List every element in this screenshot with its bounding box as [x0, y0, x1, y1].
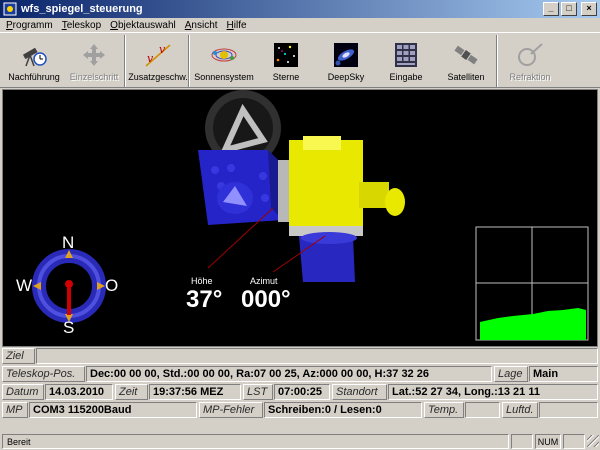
toolbar-separator: [124, 35, 126, 87]
toolbar-label: Satelliten: [447, 72, 485, 82]
temp-label: Temp.: [424, 402, 464, 418]
satellite-icon: [454, 45, 478, 65]
galaxy-icon: [334, 43, 358, 67]
compass-east: O: [105, 276, 119, 295]
title-bar[interactable]: wfs_spiegel_steuerung _ □ ×: [0, 0, 600, 18]
compass-west: W: [16, 276, 33, 295]
teleskop-pos-label: Teleskop-Pos.: [2, 366, 85, 382]
menu-bar: Programm Teleskop Objektauswahl Ansicht …: [0, 18, 600, 32]
toolbar-sonnensystem-button[interactable]: Sonnensystem: [192, 33, 256, 87]
datum-label: Datum: [2, 384, 44, 400]
teleskop-pos-field: Dec:00 00 00, Std.:00 00 00, Ra:07 00 25…: [86, 366, 492, 382]
refraction-icon: [518, 43, 543, 66]
datum-field: 14.03.2010: [45, 384, 113, 400]
status-cell-caps: [511, 433, 533, 449]
toolbar-satelliten-button[interactable]: Satelliten: [436, 33, 496, 87]
status-cell-scroll: [563, 433, 585, 449]
ziel-label: Ziel: [2, 348, 35, 364]
vv-speed-icon: v v: [145, 43, 171, 67]
toolbar-refraktion-button[interactable]: Refraktion: [500, 33, 560, 87]
zeit-field: 19:37:56 MEZ: [149, 384, 241, 400]
lst-label: LST: [243, 384, 273, 400]
standort-label: Standort: [332, 384, 387, 400]
lst-field: 07:00:25: [274, 384, 330, 400]
window-title: wfs_spiegel_steuerung: [21, 3, 143, 15]
temp-field: [465, 402, 500, 418]
mp-fehler-label: MP-Fehler: [199, 402, 263, 418]
telescope-3d-view[interactable]: Höhe 37° Azimut 000° N S W O: [2, 89, 598, 347]
toolbar-deepsky-button[interactable]: DeepSky: [316, 33, 376, 87]
mp-label: MP: [2, 402, 28, 418]
menu-objektauswahl[interactable]: Objektauswahl: [104, 20, 179, 31]
zeit-label: Zeit: [115, 384, 148, 400]
status-bar: Bereit NUM: [0, 432, 600, 450]
lage-field: Main: [529, 366, 598, 382]
toolbar-separator: [496, 35, 498, 87]
solar-system-icon: [211, 48, 237, 62]
toolbar-nachfuehrung-button[interactable]: Nachführung: [4, 33, 64, 87]
close-button[interactable]: ×: [581, 2, 597, 16]
menu-hilfe[interactable]: Hilfe: [221, 20, 250, 31]
status-cell-num: NUM: [535, 433, 561, 449]
toolbar-zusatzgeschw-button[interactable]: v v Zusatzgeschw.: [128, 33, 188, 87]
toolbar-label: Refraktion: [509, 72, 551, 82]
menu-ansicht[interactable]: Ansicht: [179, 20, 221, 31]
luftd-label: Luftd.: [502, 402, 538, 418]
toolbar-separator: [188, 35, 190, 87]
toolbar-sterne-button[interactable]: Sterne: [256, 33, 316, 87]
hoehe-label: Höhe: [191, 276, 213, 286]
toolbar-eingabe-button[interactable]: Eingabe: [376, 33, 436, 87]
keypad-icon: [395, 43, 417, 67]
mp-fehler-field: Schreiben:0 / Lesen:0: [264, 402, 422, 418]
menu-teleskop[interactable]: Teleskop: [56, 20, 104, 31]
row-teleskop-pos: Teleskop-Pos. Dec:00 00 00, Std.:00 00 0…: [0, 366, 600, 383]
row-datum: Datum 14.03.2010 Zeit 19:37:56 MEZ LST 0…: [0, 384, 600, 401]
lage-label: Lage: [494, 366, 528, 382]
toolbar-label: Sonnensystem: [194, 72, 254, 82]
ziel-field[interactable]: [36, 348, 598, 364]
app-icon: [3, 2, 17, 16]
row-mp: MP COM3 115200Baud MP-Fehler Schreiben:0…: [0, 402, 600, 419]
toolbar: Nachführung Einzelschritt v v Zusatzgesc…: [0, 32, 600, 88]
status-text: Bereit: [2, 433, 509, 449]
telescope-clock-icon: [22, 47, 47, 67]
toolbar-label: Sterne: [272, 72, 300, 82]
toolbar-label: Nachführung: [8, 72, 60, 82]
resize-grip-icon[interactable]: [587, 435, 599, 447]
stars-icon: [274, 43, 298, 67]
toolbar-einzelschritt-button[interactable]: Einzelschritt: [64, 33, 124, 87]
minimize-button[interactable]: _: [543, 2, 559, 16]
mp-field: COM3 115200Baud: [29, 402, 197, 418]
row-ziel: Ziel: [0, 348, 600, 365]
azimut-value: 000°: [241, 286, 291, 313]
toolbar-label: DeepSky: [327, 72, 365, 82]
svg-text:v: v: [159, 43, 166, 56]
maximize-button[interactable]: □: [561, 2, 577, 16]
svg-text:v: v: [147, 52, 154, 65]
toolbar-label: Zusatzgeschw.: [128, 72, 188, 82]
hoehe-value: 37°: [186, 286, 223, 313]
compass-north: N: [62, 233, 75, 252]
azimut-label: Azimut: [250, 276, 278, 286]
menu-programm[interactable]: Programm: [0, 20, 56, 31]
toolbar-label: Einzelschritt: [69, 72, 119, 82]
toolbar-label: Eingabe: [389, 72, 423, 82]
move-arrows-icon: [83, 44, 105, 66]
luftd-field: [539, 402, 598, 418]
standort-field: Lat.:52 27 34, Long.:13 21 11: [388, 384, 598, 400]
compass-south: S: [63, 318, 75, 337]
telescope-model: [32, 90, 589, 341]
